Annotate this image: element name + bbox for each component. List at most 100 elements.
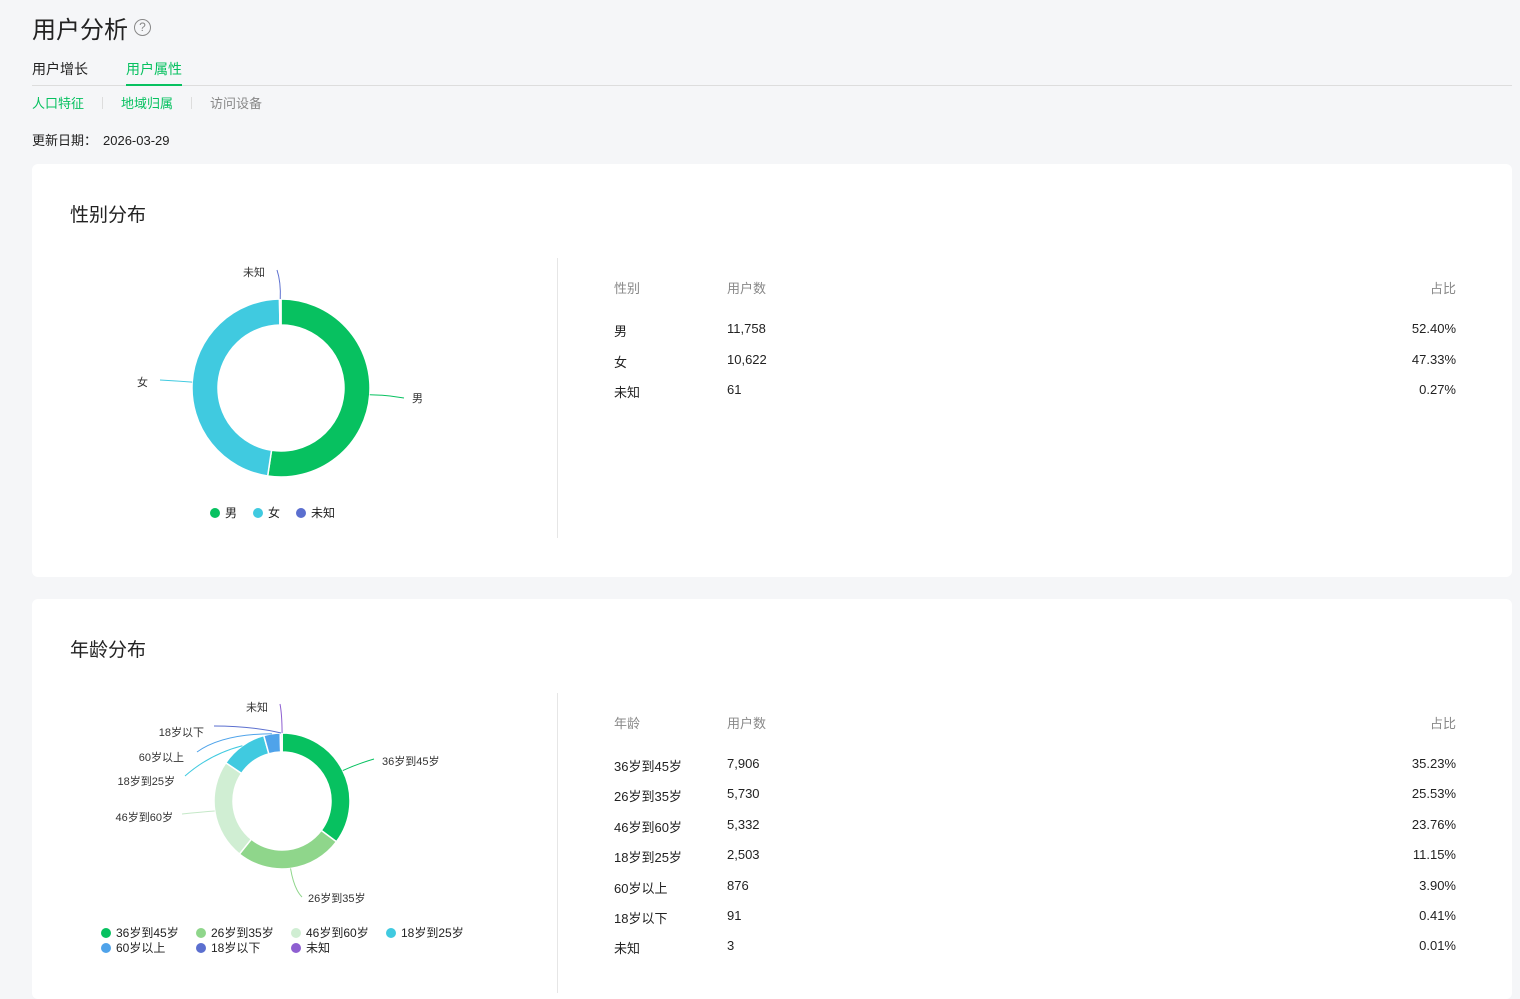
cell-count: 11,758 — [727, 321, 766, 336]
divider — [557, 258, 558, 538]
legend-label: 60岁以上 — [116, 939, 165, 956]
cell-count: 10,622 — [727, 352, 767, 367]
subtab-device[interactable]: 访问设备 — [210, 93, 262, 112]
legend-item[interactable]: 60岁以上 — [101, 940, 179, 955]
slice-label: 26岁到35岁 — [308, 891, 365, 905]
table-row: 18岁到25岁2,50311.15% — [614, 847, 1456, 867]
slice-label: 未知 — [246, 700, 268, 714]
legend-dot-icon — [291, 928, 301, 938]
cell-name: 36岁到45岁 — [614, 756, 682, 775]
help-icon[interactable]: ? — [134, 19, 151, 36]
leader-line — [291, 868, 302, 897]
cell-count: 3 — [727, 938, 734, 953]
slice-label: 男 — [412, 393, 423, 405]
divider — [191, 97, 192, 109]
table-row: 未知 3 0.01% — [614, 938, 1456, 958]
legend-item[interactable]: 男 — [210, 504, 237, 521]
table-row: 60岁以上8763.90% — [614, 878, 1456, 898]
cell-name: 60岁以上 — [614, 878, 667, 897]
tab-user-growth[interactable]: 用户增长 — [32, 58, 88, 86]
legend-item[interactable]: 未知 — [296, 504, 335, 521]
cell-name: 男 — [614, 321, 627, 340]
leader-line — [277, 270, 280, 299]
legend-item[interactable]: 46岁到60岁 — [291, 925, 369, 940]
cell-pct: 52.40% — [1412, 321, 1456, 336]
donut-slice[interactable] — [268, 299, 370, 477]
slice-label: 36岁到45岁 — [382, 754, 439, 768]
legend-label: 女 — [268, 504, 280, 521]
divider — [102, 97, 103, 109]
legend-item[interactable]: 女 — [253, 504, 280, 521]
cell-name: 18岁到25岁 — [614, 847, 682, 866]
gender-legend: 男 女 未知 — [210, 504, 351, 521]
cell-name: 18岁以下 — [614, 908, 667, 927]
legend-item[interactable]: 未知 — [291, 940, 369, 955]
cell-name: 46岁到60岁 — [614, 817, 682, 836]
donut-slice[interactable] — [282, 733, 350, 842]
legend-dot-icon — [253, 508, 263, 518]
legend-label: 未知 — [311, 504, 335, 521]
cell-pct: 35.23% — [1412, 756, 1456, 771]
table-row: 36岁到45岁 7,906 35.23% — [614, 756, 1456, 776]
cell-pct: 3.90% — [1419, 878, 1456, 893]
cell-name: 未知 — [614, 382, 640, 401]
update-date: 更新日期：2026-03-29 — [32, 130, 170, 149]
leader-line — [370, 395, 404, 398]
cell-pct: 0.41% — [1419, 908, 1456, 923]
donut-slice[interactable] — [214, 763, 251, 854]
legend-label: 未知 — [306, 939, 330, 956]
cell-name: 未知 — [614, 938, 640, 957]
update-date-label: 更新日期： — [32, 133, 97, 148]
slice-label: 18岁以下 — [159, 725, 204, 739]
donut-slice[interactable] — [226, 735, 269, 773]
legend-item[interactable]: 36岁到45岁 — [101, 925, 179, 940]
age-donut-chart: 36岁到45岁26岁到35岁46岁到60岁18岁到25岁60岁以上18岁以下未知 — [32, 599, 552, 919]
subtab-region[interactable]: 地域归属 — [121, 93, 173, 112]
leader-line — [280, 704, 282, 733]
table-row: 26岁到35岁5,73025.53% — [614, 786, 1456, 806]
main-tabs: 用户增长 用户属性 — [32, 58, 1512, 86]
leader-line — [182, 811, 215, 814]
age-legend: 36岁到45岁 26岁到35岁 46岁到60岁 18岁到25岁 60岁以上 18岁以下 未知 — [101, 925, 501, 955]
col-header-gender: 性别 — [614, 278, 640, 297]
col-header-users: 用户数 — [727, 278, 766, 297]
col-header-ratio: 占比 — [1430, 278, 1456, 297]
donut-slice[interactable] — [279, 299, 281, 325]
cell-pct: 11.15% — [1413, 847, 1456, 862]
cell-pct: 23.76% — [1412, 817, 1456, 832]
cell-count: 5,730 — [727, 786, 760, 801]
divider — [557, 693, 558, 993]
page-title-text: 用户分析 — [32, 10, 128, 45]
subtab-demographics[interactable]: 人口特征 — [32, 93, 84, 112]
cell-pct: 0.01% — [1419, 938, 1456, 953]
legend-item[interactable]: 18岁以下 — [196, 940, 274, 955]
slice-label: 女 — [137, 375, 148, 389]
cell-pct: 25.53% — [1412, 786, 1456, 801]
cell-count: 91 — [727, 908, 741, 923]
cell-count: 5,332 — [727, 817, 760, 832]
donut-slice[interactable] — [239, 830, 336, 869]
leader-line — [343, 759, 374, 771]
legend-dot-icon — [291, 943, 301, 953]
table-row: 女10,62247.33% — [614, 352, 1456, 372]
legend-item[interactable]: 26岁到35岁 — [196, 925, 274, 940]
gender-card: 性别分布 男女未知 男女未知 性别 用户数 占比 男11,75852.40%女1… — [32, 164, 1512, 577]
table-row: 18岁以下 91 0.41% — [614, 908, 1456, 928]
page-title: 用户分析? — [32, 10, 151, 45]
leader-line — [160, 380, 192, 382]
legend-dot-icon — [196, 928, 206, 938]
cell-pct: 47.33% — [1412, 352, 1456, 367]
legend-dot-icon — [196, 943, 206, 953]
slice-label: 未知 — [243, 265, 265, 279]
col-header-users: 用户数 — [727, 713, 766, 732]
legend-dot-icon — [101, 943, 111, 953]
cell-count: 7,906 — [727, 756, 760, 771]
donut-slice[interactable] — [192, 299, 280, 476]
legend-dot-icon — [210, 508, 220, 518]
table-row: 46岁到60岁 5,332 23.76% — [614, 817, 1456, 837]
slice-label: 46岁到60岁 — [116, 810, 173, 824]
legend-item[interactable]: 18岁到25岁 — [386, 925, 464, 940]
slice-label: 60岁以上 — [139, 750, 184, 764]
col-header-ratio: 占比 — [1430, 713, 1456, 732]
tab-user-attributes[interactable]: 用户属性 — [126, 58, 182, 86]
